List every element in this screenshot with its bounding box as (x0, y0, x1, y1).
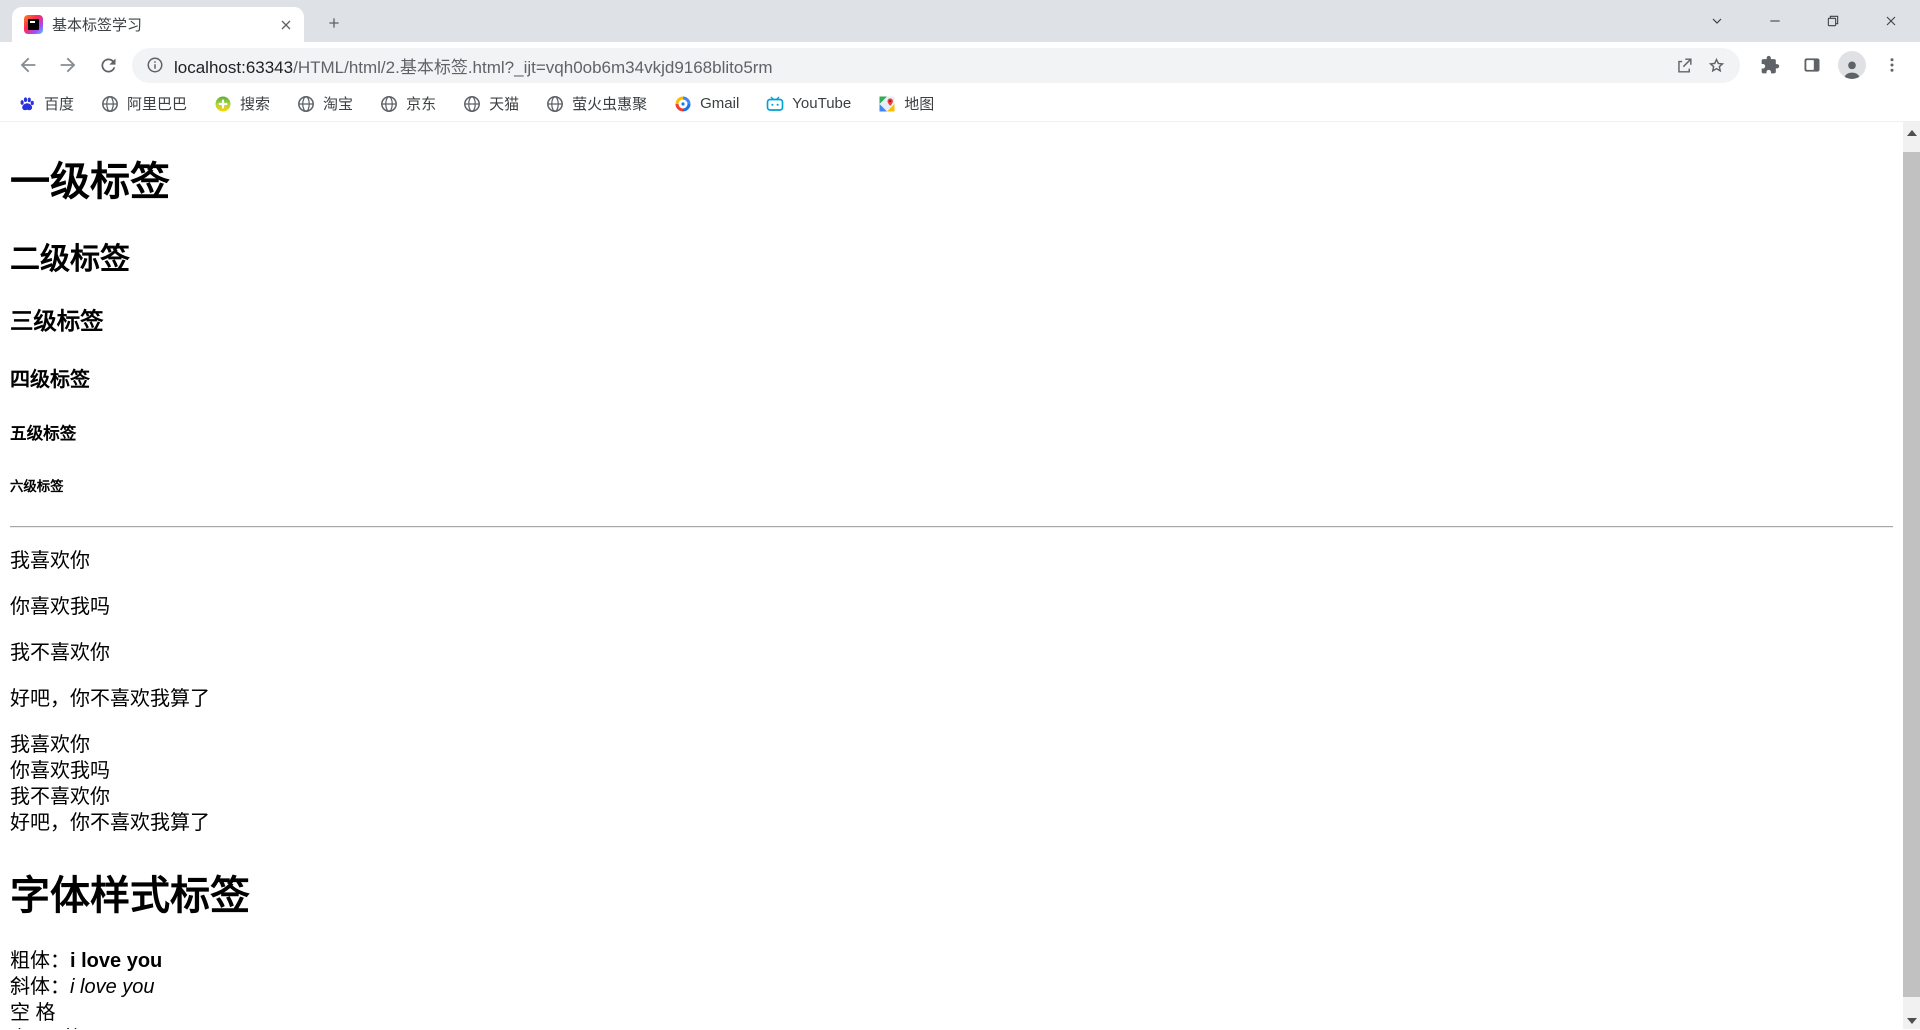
paragraph: 我不喜欢你 (10, 642, 110, 665)
bookmark-label: 阿里巴巴 (127, 96, 188, 113)
restore-button[interactable] (1804, 0, 1862, 42)
bookmark-tmall[interactable]: 天猫 (459, 90, 523, 117)
browser-toolbar: localhost:63343/HTML/html/2.基本标签.html?_i… (0, 42, 1920, 88)
url-host: localhost:63343 (174, 57, 294, 77)
share-icon[interactable] (1668, 49, 1700, 81)
new-tab-button[interactable] (320, 9, 348, 37)
heading-level-5: 五级标签 (10, 423, 77, 443)
url-path: /HTML/html/2.基本标签.html?_ijt=vqh0ob6m34vk… (293, 57, 773, 77)
titlebar: 基本标签学习 (0, 0, 1920, 42)
minimize-button[interactable] (1746, 0, 1804, 42)
url-text[interactable]: localhost:63343/HTML/html/2.基本标签.html?_i… (174, 53, 1668, 78)
vertical-scrollbar[interactable] (1903, 122, 1920, 1029)
web-page: 一级标签 二级标签 三级标签 四级标签 五级标签 六级标签 我喜欢你 你喜欢我吗… (0, 122, 1903, 1029)
space-line-wide: 空 格 (10, 1028, 83, 1029)
bookmark-label: 地图 (904, 96, 935, 113)
green-yellow-search-icon (214, 95, 232, 113)
heading-level-4: 四级标签 (10, 369, 90, 392)
bookmark-search[interactable]: 搜索 (210, 90, 274, 117)
heading-level-6: 六级标签 (10, 478, 64, 494)
globe-icon (101, 95, 119, 113)
toolbar-right-actions (1746, 45, 1912, 85)
extensions-puzzle-icon[interactable] (1750, 45, 1790, 85)
heading-level-3: 三级标签 (10, 308, 104, 335)
bookmark-label: 百度 (44, 96, 75, 113)
br-line: 我不喜欢你 (10, 786, 110, 809)
bookmark-yinghuochong[interactable]: 萤火虫惠聚 (542, 90, 651, 117)
bookmark-label: 搜索 (240, 96, 271, 113)
bookmark-label: YouTube (792, 95, 852, 112)
italic-text: i love you (70, 975, 155, 998)
blue-tv-icon (766, 95, 784, 113)
paragraph: 我喜欢你 (10, 550, 90, 573)
paragraph: 好吧，你不喜欢我算了 (10, 688, 210, 711)
bold-label: 粗体： (10, 949, 70, 972)
site-info-icon[interactable] (146, 56, 164, 74)
br-line: 好吧，你不喜欢我算了 (10, 812, 210, 835)
scroll-down-arrow-icon[interactable] (1903, 1012, 1920, 1029)
horizontal-rule (10, 526, 1893, 529)
paragraph-with-line-breaks: 我喜欢你你喜欢我吗我不喜欢你好吧，你不喜欢我算了 (10, 732, 1893, 836)
close-window-button[interactable] (1862, 0, 1920, 42)
bookmark-taobao[interactable]: 淘宝 (293, 90, 357, 117)
bookmark-baidu[interactable]: 百度 (14, 90, 78, 117)
menu-kebab-icon[interactable] (1872, 45, 1912, 85)
br-line: 我喜欢你 (10, 734, 90, 757)
heading-level-2: 二级标签 (10, 242, 130, 276)
browser-tab[interactable]: 基本标签学习 (12, 7, 304, 42)
profile-avatar[interactable] (1838, 51, 1866, 79)
tab-title: 基本标签学习 (52, 17, 143, 34)
bookmark-star-icon[interactable] (1700, 49, 1732, 81)
scrollbar-thumb[interactable] (1903, 152, 1920, 997)
font-style-section-title: 字体样式标签 (10, 873, 250, 918)
bookmark-youtube[interactable]: YouTube (762, 92, 855, 116)
bookmark-maps[interactable]: 地图 (874, 90, 938, 117)
google-maps-icon (878, 95, 896, 113)
bookmark-label: Gmail (700, 95, 740, 112)
italic-label: 斜体： (10, 975, 70, 998)
paragraph: 你喜欢我吗 (10, 596, 110, 619)
globe-icon (380, 95, 398, 113)
reload-button[interactable] (88, 45, 128, 85)
side-panel-icon[interactable] (1792, 45, 1832, 85)
google-circle-icon (674, 95, 692, 113)
tab-search-chevron-icon[interactable] (1688, 0, 1746, 42)
bookmark-jd[interactable]: 京东 (376, 90, 440, 117)
bookmark-label: 天猫 (489, 96, 520, 113)
intellij-favicon-icon (24, 15, 43, 34)
space-line-narrow: 空 格 (10, 1001, 56, 1024)
font-style-demo: 粗体：i love you斜体：i love you空 格空 格 (10, 948, 1893, 1029)
heading-level-1: 一级标签 (10, 159, 170, 204)
bookmark-label: 萤火虫惠聚 (572, 96, 648, 113)
bold-text: i love you (70, 949, 163, 972)
bookmarks-bar: 百度 阿里巴巴 搜索 淘宝 京东 天猫 萤火虫惠聚 Gmail YouTube … (0, 88, 1920, 122)
bookmark-alibaba[interactable]: 阿里巴巴 (97, 90, 191, 117)
back-button[interactable] (8, 45, 48, 85)
globe-icon (463, 95, 481, 113)
tab-close-icon[interactable] (278, 17, 294, 33)
bookmark-label: 京东 (406, 96, 437, 113)
br-line: 你喜欢我吗 (10, 760, 110, 783)
address-bar[interactable]: localhost:63343/HTML/html/2.基本标签.html?_i… (132, 47, 1740, 83)
globe-icon (546, 95, 564, 113)
scroll-up-arrow-icon[interactable] (1903, 124, 1920, 141)
page-viewport: 一级标签 二级标签 三级标签 四级标签 五级标签 六级标签 我喜欢你 你喜欢我吗… (0, 122, 1920, 1029)
bookmark-gmail[interactable]: Gmail (670, 92, 743, 116)
baidu-paw-icon (18, 95, 36, 113)
forward-button[interactable] (48, 45, 88, 85)
window-controls (1688, 0, 1920, 42)
globe-icon (297, 95, 315, 113)
bookmark-label: 淘宝 (323, 96, 354, 113)
